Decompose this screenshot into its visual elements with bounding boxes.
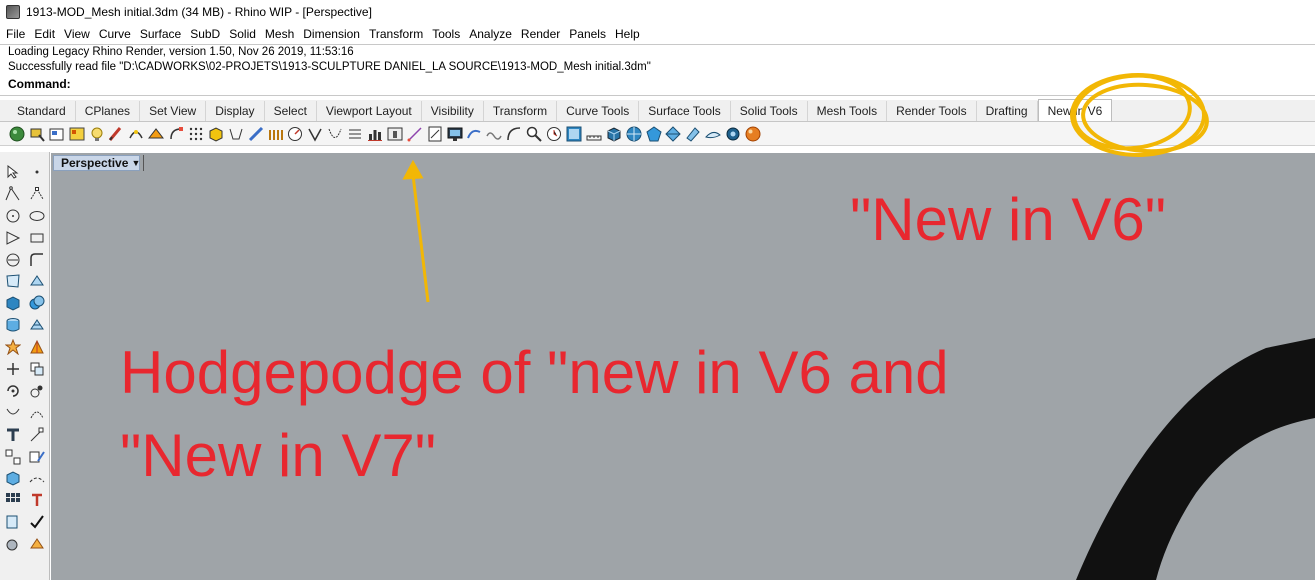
- arrow-icon: [402, 159, 430, 303]
- callout-hodgepodge-line2: "New in V7": [120, 422, 437, 489]
- annotation-overlay: [402, 73, 1209, 303]
- callout-hodgepodge-line1: Hodgepodge of "new in V6 and: [120, 339, 949, 406]
- highlight-circle: [1070, 73, 1209, 157]
- callout-new-in-v6: "New in V6": [850, 186, 1167, 253]
